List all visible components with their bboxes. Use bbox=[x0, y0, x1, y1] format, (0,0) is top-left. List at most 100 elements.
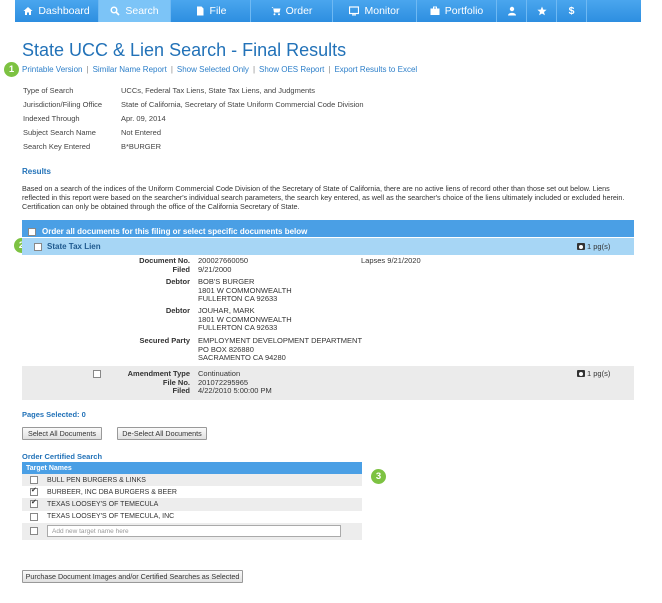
link-separator: | bbox=[170, 65, 173, 74]
amendment-row: Amendment Type Continuation File No. 201… bbox=[22, 366, 634, 400]
similar-name-report-link[interactable]: Similar Name Report bbox=[93, 65, 167, 74]
search-info: Type of Search UCCs, Federal Tax Liens, S… bbox=[23, 84, 364, 153]
info-label: Type of Search bbox=[23, 86, 74, 96]
info-row: Type of Search UCCs, Federal Tax Liens, S… bbox=[23, 84, 364, 98]
new-target-checkbox[interactable] bbox=[30, 527, 38, 536]
order-all-bar: Order all documents for this filing or s… bbox=[22, 220, 634, 237]
debtor-label: Debtor bbox=[165, 306, 190, 315]
table-row bbox=[22, 522, 362, 540]
target-checkbox[interactable] bbox=[30, 512, 38, 521]
cart-icon bbox=[271, 7, 281, 16]
info-row: Search Key Entered B*BURGER bbox=[23, 139, 364, 153]
info-row: Indexed Through Apr. 09, 2014 bbox=[23, 112, 364, 126]
table-header: Target Names bbox=[22, 462, 362, 474]
nav-label: Monitor bbox=[364, 5, 400, 17]
deselect-all-button[interactable]: De-Select All Documents bbox=[117, 427, 207, 440]
link-separator: | bbox=[328, 65, 331, 74]
nav-billing[interactable]: $ bbox=[557, 0, 587, 22]
select-all-button[interactable]: Select All Documents bbox=[22, 427, 102, 440]
info-label: Subject Search Name bbox=[23, 127, 96, 137]
dollar-icon: $ bbox=[568, 5, 575, 17]
target-checkbox[interactable] bbox=[30, 498, 38, 509]
target-name: TEXAS LOOSEY'S OF TEMECULA, INC bbox=[47, 513, 175, 521]
results-heading: Results bbox=[22, 167, 51, 176]
user-icon bbox=[507, 6, 516, 16]
info-value: UCCs, Federal Tax Liens, State Tax Liens… bbox=[121, 86, 315, 96]
export-excel-link[interactable]: Export Results to Excel bbox=[334, 65, 417, 74]
camera-icon bbox=[577, 370, 585, 377]
lien-checkbox[interactable] bbox=[34, 242, 42, 251]
lien-details: Document No. 200027660050 Lapses 9/21/20… bbox=[22, 256, 634, 365]
table-row[interactable]: BURBEER, INC DBA BURGERS & BEER bbox=[22, 486, 362, 498]
info-value: Not Entered bbox=[121, 127, 162, 137]
table-row[interactable]: BULL PEN BURGERS & LINKS bbox=[22, 474, 362, 487]
target-names-table: Target Names BULL PEN BURGERS & LINKS BU… bbox=[22, 462, 362, 540]
lien-header: State Tax Lien bbox=[22, 238, 634, 255]
amendment-details: Amendment Type Continuation File No. 201… bbox=[22, 369, 634, 398]
page-title: State UCC & Lien Search - Final Results bbox=[22, 40, 347, 60]
nav-user[interactable] bbox=[497, 0, 527, 22]
purchase-button[interactable]: Purchase Document Images and/or Certifie… bbox=[22, 570, 243, 583]
nav-label: File bbox=[209, 5, 227, 17]
file-no-label: File No. bbox=[162, 377, 190, 387]
top-nav: Dashboard Search File Order Monitor Port… bbox=[15, 0, 641, 22]
debtor-label: Debtor bbox=[165, 277, 190, 286]
home-icon bbox=[23, 7, 33, 15]
table-row[interactable]: TEXAS LOOSEY'S OF TEMECULA bbox=[22, 498, 362, 511]
show-selected-only-link[interactable]: Show Selected Only bbox=[177, 65, 249, 74]
nav-file[interactable]: File bbox=[171, 0, 251, 22]
document-no-label: Document No. bbox=[139, 256, 190, 265]
camera-icon bbox=[577, 243, 585, 250]
file-icon bbox=[196, 6, 204, 16]
certified-search-heading: Order Certified Search bbox=[22, 452, 103, 461]
nav-portfolio[interactable]: Portfolio bbox=[417, 0, 497, 22]
star-icon bbox=[536, 6, 547, 16]
info-value: B*BURGER bbox=[121, 141, 162, 151]
amendment-filed-label: Filed bbox=[172, 386, 190, 396]
monitor-icon bbox=[349, 6, 360, 16]
target-checkbox[interactable] bbox=[30, 486, 38, 497]
step-badge: 1 bbox=[4, 62, 19, 77]
order-all-label: Order all documents for this filing or s… bbox=[42, 227, 308, 236]
filed-value: 9/21/2000 bbox=[198, 264, 232, 274]
secured-party-label: Secured Party bbox=[139, 336, 190, 345]
nav-favorites[interactable] bbox=[527, 0, 557, 22]
target-name: BULL PEN BURGERS & LINKS bbox=[47, 476, 146, 484]
info-value: Apr. 09, 2014 bbox=[121, 113, 166, 123]
printable-version-link[interactable]: Printable Version bbox=[22, 65, 82, 74]
lapses-value: Lapses 9/21/2020 bbox=[361, 256, 421, 265]
nav-label: Portfolio bbox=[444, 5, 484, 17]
debtor-city: FULLERTON CA 92633 bbox=[198, 323, 278, 333]
info-row: Subject Search Name Not Entered bbox=[23, 125, 364, 139]
nav-order[interactable]: Order bbox=[251, 0, 333, 22]
amendment-pages-count: 1 pg(s) bbox=[587, 369, 611, 378]
nav-monitor[interactable]: Monitor bbox=[333, 0, 417, 22]
lien-type: State Tax Lien bbox=[47, 242, 101, 251]
briefcase-icon bbox=[430, 6, 440, 15]
amendment-pages[interactable]: 1 pg(s) bbox=[577, 369, 610, 378]
info-label: Indexed Through bbox=[23, 113, 80, 123]
nav-label: Dashboard bbox=[38, 5, 90, 17]
secured-party-city: SACRAMENTO CA 94280 bbox=[198, 353, 286, 363]
info-value: State of California, Secretary of State … bbox=[121, 100, 364, 110]
nav-label: Search bbox=[125, 5, 159, 17]
step-badge: 3 bbox=[371, 469, 386, 484]
nav-label: Order bbox=[285, 5, 313, 17]
nav-search[interactable]: Search bbox=[99, 0, 171, 22]
table-row[interactable]: TEXAS LOOSEY'S OF TEMECULA, INC bbox=[22, 511, 362, 523]
filed-label: Filed bbox=[172, 264, 190, 274]
lien-pages[interactable]: 1 pg(s) bbox=[577, 242, 610, 251]
nav-dashboard[interactable]: Dashboard bbox=[15, 0, 99, 22]
target-name: TEXAS LOOSEY'S OF TEMECULA bbox=[47, 500, 159, 508]
amendment-filed-value: 4/22/2010 5:00:00 PM bbox=[198, 386, 272, 396]
new-target-input[interactable] bbox=[47, 525, 341, 538]
info-label: Search Key Entered bbox=[23, 141, 91, 151]
order-all-checkbox[interactable] bbox=[28, 227, 36, 236]
target-checkbox[interactable] bbox=[30, 476, 38, 485]
search-icon bbox=[110, 6, 120, 16]
info-label: Jurisdiction/Filing Office bbox=[23, 100, 103, 110]
pages-selected: Pages Selected: 0 bbox=[22, 410, 86, 419]
show-oes-report-link[interactable]: Show OES Report bbox=[259, 65, 324, 74]
target-name: BURBEER, INC DBA BURGERS & BEER bbox=[47, 488, 177, 496]
debtor-city: FULLERTON CA 92633 bbox=[198, 294, 278, 304]
